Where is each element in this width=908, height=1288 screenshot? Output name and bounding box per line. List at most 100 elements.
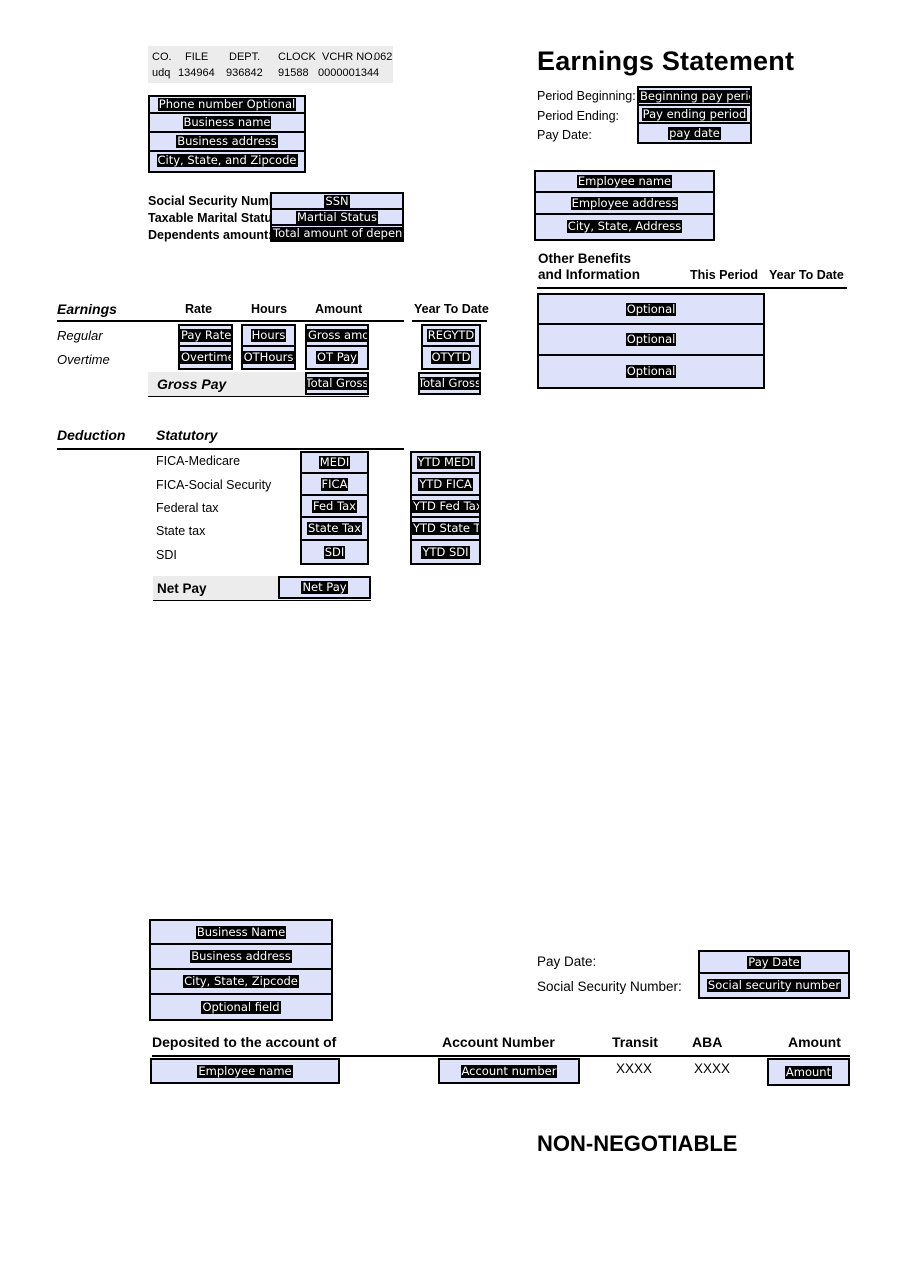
earnings-row-label-overtime: Overtime [57,352,110,367]
voucher-header-col-4: VCHR NO. [322,51,376,63]
earnings-ytd-group: REGYTD OTYTD [421,324,481,370]
deduction-ytd-federaltax-field[interactable]: YTD Fed Tax [412,496,479,518]
company-address-field[interactable]: Business address [150,133,304,152]
other-benefits-row-1-field[interactable]: Optional [539,325,763,356]
deposit-employee-name-value: Employee name [197,1063,293,1078]
marital-status-value: Martial Status [296,210,378,224]
deposit-transit-value: XXXX [616,1061,653,1076]
voucher-header-col-1: FILE [185,51,209,63]
earnings-rate-overtime-value: Overtime [180,351,231,364]
deduction-sub-label: Statutory [156,427,218,443]
deposit-header-account-number: Account Number [442,1034,555,1050]
deduction-amount-sdi-field[interactable]: SDI [302,541,367,563]
company-citystatezip-field[interactable]: City, State, and Zipcode [150,152,304,169]
earnings-amount-regular-value: Gross amo [307,329,367,342]
earnings-ytd-regular-field[interactable]: REGYTD [423,326,479,347]
deposit-amount-field[interactable]: Amount [767,1058,850,1086]
earnings-amount-overtime-field[interactable]: OT Pay [307,347,367,368]
marital-status-field[interactable]: Martial Status [272,210,402,226]
deposit-employee-name-field[interactable]: Employee name [150,1058,340,1084]
earnings-row-label-regular: Regular [57,328,103,343]
deposit-account-number-value: Account number [460,1063,558,1078]
deposit-header-transit: Transit [612,1034,658,1050]
check-ssn-value: Social security number [706,978,842,992]
earnings-col-hours: Hours [251,302,288,316]
company-address-value: Business address [176,134,278,148]
voucher-value-0: udq [152,67,171,79]
deduction-amount-medicare-field[interactable]: MEDI [302,453,367,474]
deduction-ytd-statetax-value: YTD State Ta [412,522,479,535]
earnings-hours-overtime-field[interactable]: OTHours [243,347,294,368]
net-pay-amount-field[interactable]: Net Pay [278,576,371,599]
company-citystatezip-value: City, State, and Zipcode [156,153,298,167]
gross-pay-amount-value: Total Gross [305,376,369,390]
pay-date-field[interactable]: pay date [639,124,750,142]
other-benefits-rule [537,287,847,289]
deposit-aba-value: XXXX [694,1061,731,1076]
deduction-amount-socialsecurity-value: FICA [320,476,349,491]
check-citystatezip-value: City, State, Zipcode [183,974,299,988]
deduction-ytd-sdi-field[interactable]: YTD SDI [412,541,479,563]
earnings-col-ytd: Year To Date [414,302,489,316]
ssn-field[interactable]: SSN [272,194,402,210]
deduction-amount-federaltax-value: Fed Tax [312,498,357,513]
gross-pay-amount-field[interactable]: Total Gross [305,372,369,395]
voucher-value-4: 0000001344 [318,67,380,79]
voucher-header-table: CO. FILE DEPT. CLOCK VCHR NO. 062 udq 13… [148,46,393,83]
gross-pay-ytd-field[interactable]: Total Gross [418,372,481,395]
deposit-account-number-field[interactable]: Account number [438,1058,580,1084]
earnings-rate-overtime-field[interactable]: Overtime [180,347,231,368]
deduction-ytd-statetax-field[interactable]: YTD State Ta [412,518,479,541]
deduction-amount-medicare-value: MEDI [318,455,351,469]
deduction-amount-federaltax-field[interactable]: Fed Tax [302,496,367,518]
period-ending-value: Pay ending period [641,106,748,121]
deduction-label-federaltax: Federal tax [156,501,219,515]
earnings-ytd-regular-value: REGYTD [426,328,476,342]
other-benefits-row-1-value: Optional [625,332,677,346]
check-business-address-value: Business address [190,949,292,963]
other-benefits-title-line1: Other Benefits [538,251,632,266]
period-ending-field[interactable]: Pay ending period [639,106,750,124]
gross-pay-label: Gross Pay [157,376,227,392]
earnings-ytd-overtime-value: OTYTD [430,350,472,364]
gross-pay-ytd-value: Total Gross [418,376,481,390]
check-company-group: Business Name Business address City, Sta… [149,919,333,1021]
check-business-name-field[interactable]: Business Name [151,921,331,945]
check-pay-date-value: Pay Date [747,954,801,969]
check-optional-field[interactable]: Optional field [151,995,331,1019]
employee-address-field[interactable]: Employee address [536,193,713,215]
earnings-amount-regular-field[interactable]: Gross amo [307,326,367,347]
other-benefits-row-0-field[interactable]: Optional [539,295,763,325]
check-pay-info-group: Pay Date Social security number [698,950,850,999]
earnings-rate-regular-field[interactable]: Pay Rate [180,326,231,347]
earnings-ytd-overtime-field[interactable]: OTYTD [423,347,479,368]
earnings-hours-regular-field[interactable]: Hours [243,326,294,347]
check-pay-date-field[interactable]: Pay Date [700,952,848,974]
earnings-rate-regular-value: Pay Rate [180,329,231,342]
employee-city-field[interactable]: City, State, Address [536,215,713,237]
employee-address-group: Employee name Employee address City, Sta… [534,170,715,241]
check-citystatezip-field[interactable]: City, State, Zipcode [151,970,331,995]
voucher-value-3: 91588 [278,67,309,79]
deduction-ytd-medicare-field[interactable]: YTD MEDI [412,453,479,474]
company-name-field[interactable]: Business name [150,114,304,133]
page-title: Earnings Statement [537,46,795,76]
check-ssn-field[interactable]: Social security number [700,974,848,997]
deduction-amount-socialsecurity-field[interactable]: FICA [302,474,367,496]
deduction-amount-statetax-value: State Tax [306,521,363,535]
period-beginning-label: Period Beginning: [537,89,636,103]
period-beginning-field[interactable]: Beginning pay period d [639,88,750,106]
company-phone-field[interactable]: Phone number Optional [150,97,304,114]
earnings-hours-regular-value: Hours [250,328,287,342]
earnings-amount-overtime-value: OT Pay [315,350,358,364]
dependents-field[interactable]: Total amount of dependen [272,226,402,240]
deduction-amount-group: MEDI FICA Fed Tax State Tax SDI [300,451,369,565]
deduction-amount-statetax-field[interactable]: State Tax [302,518,367,541]
employee-name-field[interactable]: Employee name [536,172,713,193]
check-business-address-field[interactable]: Business address [151,945,331,970]
deposit-amount-value: Amount [784,1064,833,1079]
earnings-amount-group: Gross amo OT Pay [305,324,369,370]
dependents-value: Total amount of dependen [272,226,402,240]
deduction-ytd-socialsecurity-field[interactable]: YTD FICA [412,474,479,496]
other-benefits-row-2-field[interactable]: Optional [539,356,763,387]
